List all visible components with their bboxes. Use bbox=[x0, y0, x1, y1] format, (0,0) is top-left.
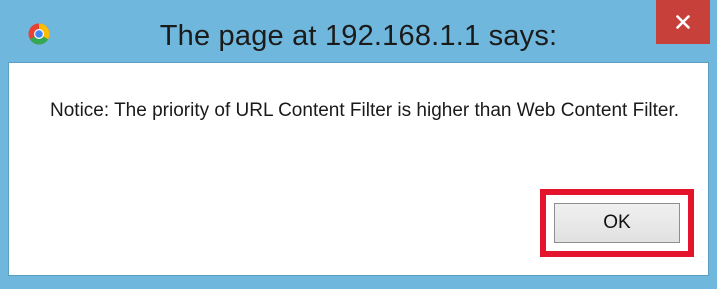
close-button[interactable] bbox=[656, 0, 710, 44]
title-bar[interactable]: The page at 192.168.1.1 says: bbox=[0, 0, 717, 62]
ok-button[interactable]: OK bbox=[554, 203, 680, 243]
dialog-title: The page at 192.168.1.1 says: bbox=[159, 20, 558, 52]
alert-dialog: The page at 192.168.1.1 says: Notice: Th… bbox=[0, 0, 717, 289]
dialog-content: Notice: The priority of URL Content Filt… bbox=[8, 62, 709, 276]
dialog-message: Notice: The priority of URL Content Filt… bbox=[50, 100, 680, 121]
